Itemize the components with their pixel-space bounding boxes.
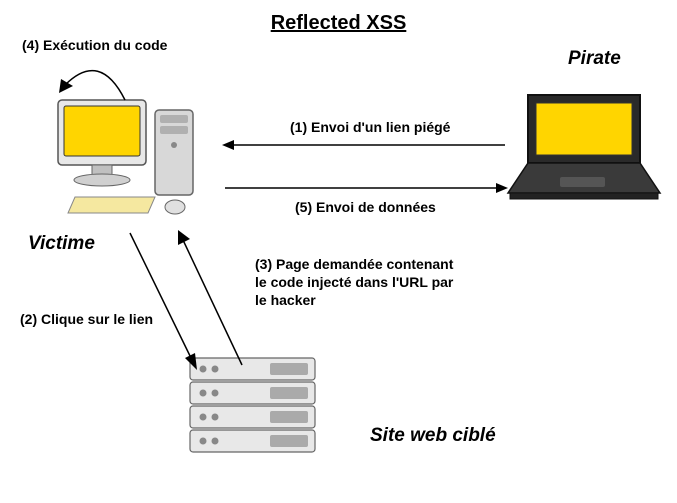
arrow-step3 xyxy=(170,225,260,375)
arrow-step4 xyxy=(45,55,145,110)
pirate-laptop-icon xyxy=(500,85,665,215)
pirate-label: Pirate xyxy=(568,48,621,70)
arrow-step5 xyxy=(220,178,510,198)
victim-label: Victime xyxy=(28,233,95,255)
step5-label: (5) Envoi de données xyxy=(295,198,436,216)
arrow-step1 xyxy=(220,135,510,155)
step4-label: (4) Exécution du code xyxy=(22,36,167,54)
server-label: Site web ciblé xyxy=(370,425,496,447)
step1-label: (1) Envoi d'un lien piégé xyxy=(290,118,450,136)
step3-label: (3) Page demandée contenant le code inje… xyxy=(255,255,465,310)
step2-label: (2) Clique sur le lien xyxy=(20,310,153,328)
diagram-title: Reflected XSS xyxy=(271,12,407,35)
